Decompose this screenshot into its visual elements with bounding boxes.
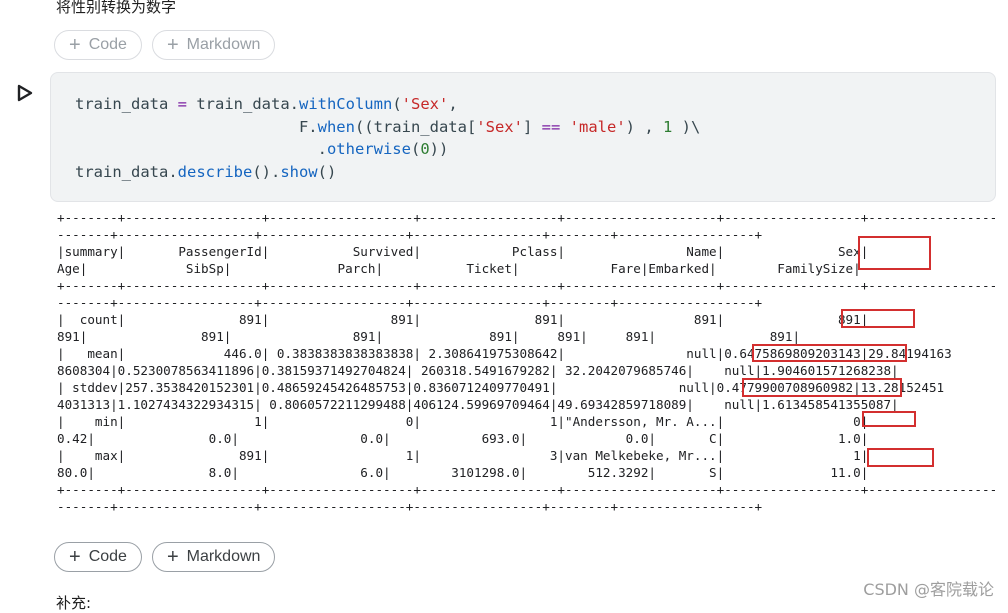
add-cell-toolbar-bottom: + Code + Markdown xyxy=(54,542,276,572)
add-code-label: Code xyxy=(88,36,127,53)
highlight-sex-max xyxy=(867,448,934,467)
add-code-button[interactable]: + Code xyxy=(54,542,142,572)
output-line: +-------+------------------+------------… xyxy=(57,278,998,293)
code-line-3: .otherwise(0)) xyxy=(75,140,449,158)
code-editor[interactable]: train_data = train_data.withColumn('Sex'… xyxy=(75,93,700,183)
output-line: |summary| PassengerId| Survived| Pclass|… xyxy=(57,244,998,259)
highlight-sex-stddev xyxy=(742,378,902,397)
add-markdown-button[interactable]: + Markdown xyxy=(151,542,276,572)
highlight-sex-min xyxy=(862,411,916,427)
plus-icon: + xyxy=(69,34,81,56)
code-line-4: train_data.describe().show() xyxy=(75,162,337,181)
markdown-text-bottom: 补充: xyxy=(56,594,92,612)
cell-output: +-------+------------------+------------… xyxy=(57,209,997,515)
plus-icon: + xyxy=(69,546,81,568)
output-line: -------+------------------+-------------… xyxy=(57,227,763,242)
output-line: -------+------------------+-------------… xyxy=(57,295,763,310)
output-line: +-------+------------------+------------… xyxy=(57,210,998,225)
output-line: Age| SibSp| Parch| Ticket| Fare|Embarked… xyxy=(57,261,861,276)
highlight-sex-header xyxy=(858,236,931,270)
output-line: | min| 1| 0| 1|"Andersson, Mr. A...| 0| xyxy=(57,414,998,429)
markdown-text-top: 将性别转换为数字 xyxy=(56,0,177,16)
add-code-label: Code xyxy=(88,548,127,565)
add-markdown-label: Markdown xyxy=(186,548,261,565)
code-cell[interactable]: train_data = train_data.withColumn('Sex'… xyxy=(50,72,996,202)
output-line: | max| 891| 1| 3|van Melkebeke, Mr...| 1… xyxy=(57,448,998,463)
add-cell-toolbar-top: + Code + Markdown xyxy=(54,30,276,60)
output-line: 891| 891| 891| 891| 891| 891| 891| xyxy=(57,329,801,344)
output-line: 0.42| 0.0| 0.0| 693.0| 0.0| C| 1.0| xyxy=(57,431,869,446)
add-markdown-label: Markdown xyxy=(186,36,261,53)
output-line: 4031313|1.1027434322934315| 0.8060572211… xyxy=(57,397,899,412)
plus-icon: + xyxy=(166,34,179,56)
add-markdown-button[interactable]: + Markdown xyxy=(151,30,276,60)
code-line-2: F.when((train_data['Sex'] == 'male') , 1… xyxy=(75,117,701,136)
output-line: 8608304|0.5230078563411896|0.38159371492… xyxy=(57,363,899,378)
watermark: CSDN @客院载论 xyxy=(863,580,994,599)
add-code-button[interactable]: + Code xyxy=(54,30,142,60)
plus-icon: + xyxy=(166,546,179,568)
output-line: +-------+------------------+------------… xyxy=(57,482,998,497)
output-line: -------+------------------+-------------… xyxy=(57,499,763,514)
code-line-1: train_data = train_data.withColumn('Sex'… xyxy=(75,95,458,113)
highlight-sex-mean xyxy=(752,344,907,362)
output-line: 80.0| 8.0| 6.0| 3101298.0| 512.3292| S| … xyxy=(57,465,869,480)
run-cell-icon[interactable] xyxy=(17,84,33,102)
highlight-sex-count xyxy=(841,309,915,328)
